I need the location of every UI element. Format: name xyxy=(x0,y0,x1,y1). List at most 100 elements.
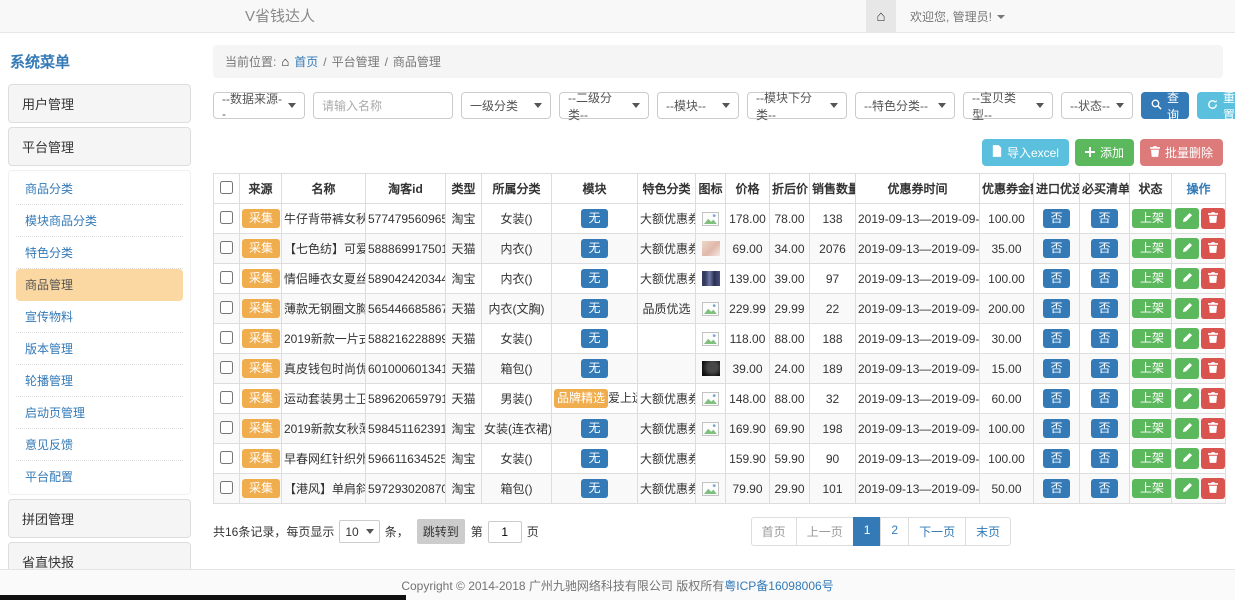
level2-category-select[interactable]: --二级分类-- xyxy=(559,92,649,119)
sidebar-item-版本管理[interactable]: 版本管理 xyxy=(16,333,183,365)
pager-2[interactable]: 2 xyxy=(880,517,909,546)
breadcrumb-item: 商品管理 xyxy=(393,53,441,70)
row-checkbox[interactable] xyxy=(220,421,233,434)
sidebar-item-特色分类[interactable]: 特色分类 xyxy=(16,237,183,269)
edit-button[interactable] xyxy=(1175,328,1199,349)
pager-末页[interactable]: 末页 xyxy=(965,517,1011,546)
pager-首页[interactable]: 首页 xyxy=(751,517,797,546)
sidebar-item-商品分类[interactable]: 商品分类 xyxy=(16,173,183,205)
cell-icon xyxy=(696,264,726,294)
delete-button[interactable] xyxy=(1201,418,1225,439)
batch-delete-button[interactable]: 批量删除 xyxy=(1140,139,1223,166)
home-button[interactable]: ⌂ xyxy=(866,0,896,33)
delete-button[interactable] xyxy=(1201,328,1225,349)
data-source-select[interactable]: --数据来源-- xyxy=(213,92,305,119)
delete-button[interactable] xyxy=(1201,448,1225,469)
level1-category-select[interactable]: 一级分类 xyxy=(461,92,551,119)
cell-discount-price: 39.00 xyxy=(770,264,810,294)
cell-status: 上架 xyxy=(1130,234,1172,264)
delete-button[interactable] xyxy=(1201,238,1225,259)
pager-下一页[interactable]: 下一页 xyxy=(908,517,966,546)
import-excel-button[interactable]: 导入excel xyxy=(982,139,1069,166)
row-checkbox[interactable] xyxy=(220,331,233,344)
sidebar-group-用户管理[interactable]: 用户管理 xyxy=(8,84,191,123)
edit-button[interactable] xyxy=(1175,238,1199,259)
jump-button[interactable]: 跳转到 xyxy=(417,519,465,544)
cell-icon xyxy=(696,354,726,384)
delete-button[interactable] xyxy=(1201,478,1225,499)
module-select[interactable]: --模块-- xyxy=(657,92,739,119)
cell-must-buy: 否 xyxy=(1080,264,1130,294)
sidebar-item-模块商品分类[interactable]: 模块商品分类 xyxy=(16,205,183,237)
cell-import-select: 否 xyxy=(1034,474,1080,504)
sidebar-item-轮播管理[interactable]: 轮播管理 xyxy=(16,365,183,397)
cell-actions xyxy=(1172,294,1226,324)
pager-1[interactable]: 1 xyxy=(853,517,882,546)
pencil-icon xyxy=(1182,391,1193,406)
cell-price: 79.90 xyxy=(726,474,770,504)
pager-上一页[interactable]: 上一页 xyxy=(796,517,854,546)
must-buy-badge: 否 xyxy=(1091,209,1117,228)
cell-category: 女装(连衣裙) xyxy=(482,414,552,444)
cell-module: 无 xyxy=(552,264,638,294)
cell-name: 运动套装男士卫衣初秋... xyxy=(282,384,366,414)
row-checkbox[interactable] xyxy=(220,391,233,404)
sidebar-item-启动页管理[interactable]: 启动页管理 xyxy=(16,397,183,429)
row-checkbox[interactable] xyxy=(220,241,233,254)
edit-button[interactable] xyxy=(1175,418,1199,439)
edit-button[interactable] xyxy=(1175,358,1199,379)
row-checkbox[interactable] xyxy=(220,481,233,494)
jump-page-input[interactable] xyxy=(488,521,522,543)
delete-button[interactable] xyxy=(1201,268,1225,289)
edit-button[interactable] xyxy=(1175,268,1199,289)
cell-import-select: 否 xyxy=(1034,294,1080,324)
row-checkbox[interactable] xyxy=(220,301,233,314)
sidebar-group-拼团管理[interactable]: 拼团管理 xyxy=(8,499,191,538)
edit-button[interactable] xyxy=(1175,298,1199,319)
module-subcategory-select[interactable]: --模块下分类-- xyxy=(747,92,847,119)
feature-category-select[interactable]: --特色分类-- xyxy=(855,92,955,119)
row-checkbox[interactable] xyxy=(220,361,233,374)
icp-link[interactable]: 粤ICP备16098006号 xyxy=(724,577,833,594)
sidebar-item-意见反馈[interactable]: 意见反馈 xyxy=(16,429,183,461)
cell-name: 【港风】单肩斜跨链条... xyxy=(282,474,366,504)
add-button[interactable]: 添加 xyxy=(1075,139,1134,166)
user-menu[interactable]: 欢迎您, 管理员! xyxy=(910,8,1005,25)
sidebar-item-平台配置[interactable]: 平台配置 xyxy=(16,461,183,492)
reset-button[interactable]: 重置 xyxy=(1197,92,1235,119)
edit-button[interactable] xyxy=(1175,478,1199,499)
must-buy-badge: 否 xyxy=(1091,299,1117,318)
name-input[interactable] xyxy=(313,92,453,119)
status-select[interactable]: --状态-- xyxy=(1061,92,1133,119)
cell-actions xyxy=(1172,354,1226,384)
row-checkbox[interactable] xyxy=(220,271,233,284)
breadcrumb-home-link[interactable]: 首页 xyxy=(294,53,318,70)
page-size-select[interactable]: 10 xyxy=(339,520,379,543)
edit-button[interactable] xyxy=(1175,388,1199,409)
row-checkbox[interactable] xyxy=(220,211,233,224)
select-all-checkbox[interactable] xyxy=(220,181,233,194)
cell-price: 178.00 xyxy=(726,204,770,234)
edit-button[interactable] xyxy=(1175,448,1199,469)
cell-import-select: 否 xyxy=(1034,444,1080,474)
delete-button[interactable] xyxy=(1201,388,1225,409)
cell-feature: 大额优惠券 xyxy=(638,444,696,474)
cell-coupon-amount: 15.00 xyxy=(980,354,1034,384)
row-checkbox[interactable] xyxy=(220,451,233,464)
delete-button[interactable] xyxy=(1201,208,1225,229)
delete-button[interactable] xyxy=(1201,358,1225,379)
item-type-select[interactable]: --宝贝类型-- xyxy=(963,92,1053,119)
cell-import-select: 否 xyxy=(1034,324,1080,354)
edit-button[interactable] xyxy=(1175,208,1199,229)
delete-button[interactable] xyxy=(1201,298,1225,319)
sidebar-group-平台管理[interactable]: 平台管理 xyxy=(8,127,191,166)
plus-icon xyxy=(1085,146,1095,160)
table-row: 采集 【港风】单肩斜跨链条... 597293020870 淘宝 箱包() 无 … xyxy=(214,474,1226,504)
sidebar-item-商品管理[interactable]: 商品管理 xyxy=(16,269,183,301)
import-select-badge: 否 xyxy=(1043,359,1069,378)
sidebar-item-宣传物料[interactable]: 宣传物料 xyxy=(16,301,183,333)
source-badge: 采集 xyxy=(242,479,280,498)
cell-taoke-id: 596611634525 xyxy=(366,444,446,474)
search-button[interactable]: 查询 xyxy=(1141,92,1189,119)
cell-feature: 品质优选 xyxy=(638,294,696,324)
